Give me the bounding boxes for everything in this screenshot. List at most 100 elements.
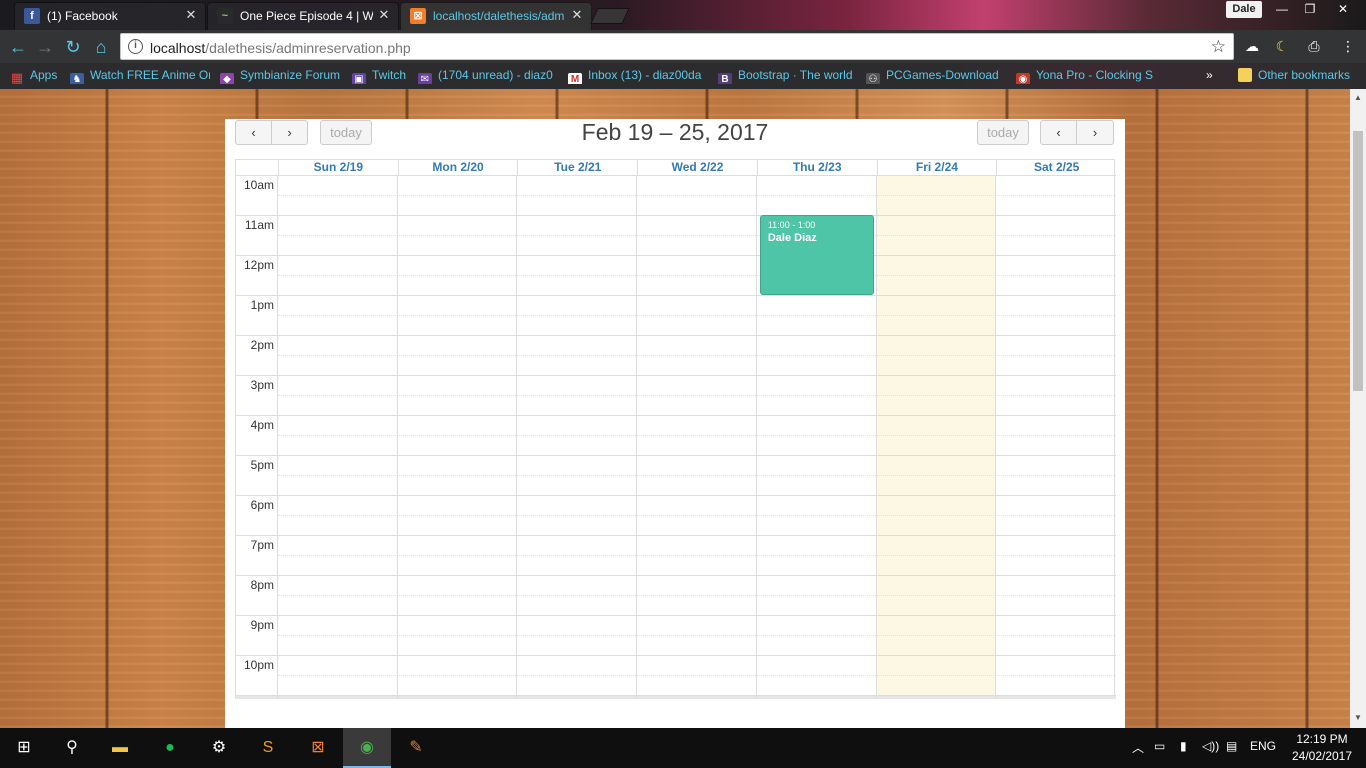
close-window-button[interactable]: ✕: [1326, 0, 1360, 18]
file-explorer-icon[interactable]: ▬: [96, 728, 144, 768]
event-title: Dale Diaz: [767, 232, 817, 244]
time-slot-row[interactable]: 7pm: [236, 535, 1116, 555]
time-slot-row[interactable]: [278, 195, 1116, 215]
windows-start-icon[interactable]: ⊞: [0, 728, 48, 768]
time-axis-label: 4pm: [250, 418, 274, 432]
bookmarks-overflow-button[interactable]: »: [1206, 68, 1222, 84]
time-slot-row[interactable]: 2pm: [236, 335, 1116, 355]
time-slot-row[interactable]: [278, 275, 1116, 295]
time-axis-label: 2pm: [250, 338, 274, 352]
next-week-button-right[interactable]: ›: [1077, 120, 1114, 145]
time-axis-label: 9pm: [250, 618, 274, 632]
time-slot-row[interactable]: 11am: [236, 215, 1116, 235]
bookmark-apps[interactable]: ▦ Apps: [10, 68, 62, 84]
time-slot-row[interactable]: [278, 475, 1116, 495]
close-tab-icon[interactable]: ✕: [184, 8, 198, 22]
back-arrow-icon[interactable]: ←: [6, 35, 30, 59]
calendar-card: ‹ › today Feb 19 – 25, 2017 today ‹ › Su…: [225, 119, 1125, 728]
time-slot-row[interactable]: [278, 435, 1116, 455]
scroll-down-icon[interactable]: ▼: [1354, 713, 1362, 722]
site-info-icon[interactable]: i: [128, 39, 143, 54]
battery-icon[interactable]: ▮: [1180, 739, 1187, 753]
today-button-right[interactable]: today: [977, 120, 1029, 145]
time-slot-row[interactable]: [278, 515, 1116, 535]
language-indicator[interactable]: ENG: [1250, 739, 1276, 753]
time-slot-row[interactable]: [236, 695, 1116, 715]
tray-expand-icon[interactable]: ︿: [1132, 739, 1144, 756]
profile-button[interactable]: Dale: [1226, 1, 1262, 18]
bookmark-bootstrap[interactable]: B Bootstrap · The world: [718, 68, 854, 84]
time-slot-row[interactable]: [278, 635, 1116, 655]
minimize-button[interactable]: —: [1268, 0, 1296, 18]
tab-localhost[interactable]: ⊠ localhost/dalethesis/adm ✕: [400, 2, 592, 30]
time-axis-label: 11am: [244, 218, 274, 232]
pcgames-icon: ⚇: [866, 73, 880, 84]
scroll-up-icon[interactable]: ▲: [1354, 93, 1362, 102]
column-line: [995, 175, 997, 699]
time-slot-row[interactable]: [278, 395, 1116, 415]
time-slot-row[interactable]: 4pm: [236, 415, 1116, 435]
home-icon[interactable]: ⌂: [89, 35, 113, 59]
close-tab-icon[interactable]: ✕: [377, 8, 391, 22]
bookmark-symbianize[interactable]: ◆ Symbianize Forum: [220, 68, 345, 84]
bookmark-gmail[interactable]: M Inbox (13) - diaz00da: [568, 68, 708, 84]
bookmark-yona[interactable]: ◉ Yona Pro - Clocking S: [1016, 68, 1156, 84]
address-bar[interactable]: i localhost/dalethesis/adminreservation.…: [120, 33, 1234, 60]
tab-facebook[interactable]: f (1) Facebook ✕: [14, 2, 206, 30]
yona-icon: ◉: [1016, 73, 1030, 84]
day-header: Thu 2/23: [756, 160, 877, 176]
new-tab-button[interactable]: [590, 8, 630, 24]
network-icon[interactable]: ▭: [1154, 739, 1165, 753]
time-slot-row[interactable]: 3pm: [236, 375, 1116, 395]
time-slot-row[interactable]: 10am: [236, 175, 1116, 195]
forward-arrow-icon[interactable]: →: [33, 35, 57, 59]
bookmark-anime[interactable]: ♞ Watch FREE Anime On: [70, 68, 210, 84]
prev-week-button-right[interactable]: ‹: [1040, 120, 1077, 145]
page-scrollbar[interactable]: ▲ ▼: [1350, 89, 1366, 728]
bookmark-label: Apps: [30, 68, 58, 82]
bookmark-twitch[interactable]: ▣ Twitch: [352, 68, 412, 84]
time-slot-row[interactable]: [278, 555, 1116, 575]
night-mode-icon[interactable]: ☾: [1272, 36, 1292, 56]
pdf-extension-icon[interactable]: ⎙: [1304, 36, 1324, 56]
time-slot-row[interactable]: [278, 235, 1116, 255]
scrollbar-thumb[interactable]: [1353, 131, 1363, 391]
restore-button[interactable]: ❐: [1296, 0, 1324, 18]
time-slot-row[interactable]: 12pm: [236, 255, 1116, 275]
steam-icon[interactable]: ⚙: [195, 728, 243, 768]
tab-one-piece[interactable]: ~ One Piece Episode 4 | Wa ✕: [207, 2, 399, 30]
time-slot-row[interactable]: [278, 355, 1116, 375]
paint-icon[interactable]: ✎: [392, 728, 440, 768]
spotify-icon[interactable]: ●: [146, 728, 194, 768]
day-header: Sat 2/25: [996, 160, 1116, 176]
time-axis-label: 5pm: [250, 458, 274, 472]
time-slot-row[interactable]: 6pm: [236, 495, 1116, 515]
time-slot-row[interactable]: [278, 595, 1116, 615]
time-slot-row[interactable]: 1pm: [236, 295, 1116, 315]
time-slot-row[interactable]: [278, 315, 1116, 335]
reload-icon[interactable]: ↻: [61, 35, 85, 59]
system-clock[interactable]: 12:19 PM 24/02/2017: [1284, 731, 1360, 765]
search-icon[interactable]: ⚲: [48, 728, 96, 768]
volume-icon[interactable]: ◁)): [1202, 739, 1219, 753]
time-slot-row[interactable]: 5pm: [236, 455, 1116, 475]
time-axis-label: 1pm: [250, 298, 274, 312]
xampp-icon[interactable]: ⊠: [294, 728, 342, 768]
extension-cloud-icon[interactable]: ☁: [1242, 36, 1262, 56]
calendar-event[interactable]: 11:00 - 1:00 Dale Diaz: [759, 215, 874, 295]
chrome-icon[interactable]: ◉: [343, 728, 391, 768]
bookmark-yahoo-mail[interactable]: ✉ (1704 unread) - diaz0: [418, 68, 558, 84]
time-slot-row[interactable]: 9pm: [236, 615, 1116, 635]
bookmark-star-icon[interactable]: ☆: [1211, 37, 1226, 57]
time-slot-row[interactable]: 10pm: [236, 655, 1116, 675]
chrome-menu-icon[interactable]: ⋮: [1338, 36, 1358, 56]
column-line: [636, 175, 638, 699]
time-slot-row[interactable]: 8pm: [236, 575, 1116, 595]
close-tab-icon[interactable]: ✕: [570, 8, 584, 22]
sublime-text-icon[interactable]: S: [244, 728, 292, 768]
time-slot-row[interactable]: [278, 675, 1116, 695]
action-center-icon[interactable]: ▤: [1226, 739, 1237, 753]
day-header: Wed 2/22: [637, 160, 757, 176]
other-bookmarks[interactable]: Other bookmarks: [1238, 68, 1360, 84]
bookmark-pcgames[interactable]: ⚇ PCGames-Download: [866, 68, 1006, 84]
